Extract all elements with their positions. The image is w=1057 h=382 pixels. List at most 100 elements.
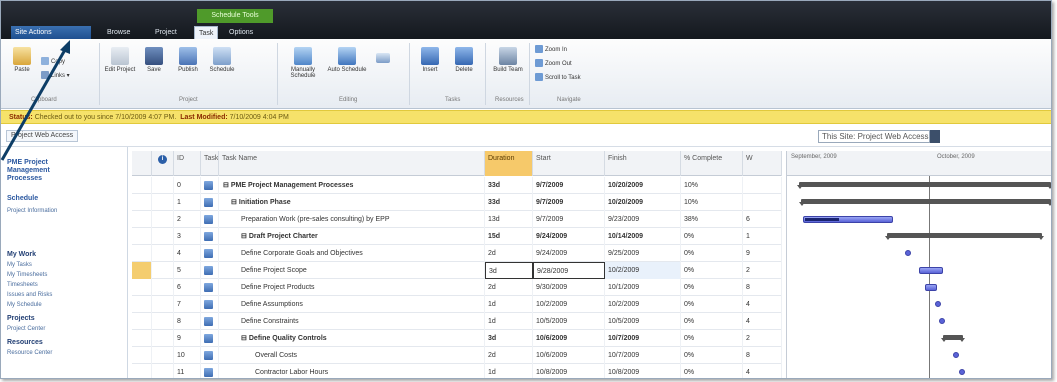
col-info[interactable]: i — [152, 151, 174, 176]
row-selector[interactable] — [132, 347, 152, 364]
task-w[interactable]: 6 — [743, 211, 782, 228]
gantt-summary-bar[interactable] — [885, 233, 1044, 240]
row-selector[interactable] — [132, 313, 152, 330]
task-name[interactable]: ⊟ PME Project Management Processes — [219, 177, 485, 194]
task-id[interactable]: 10 — [174, 347, 201, 364]
task-id[interactable]: 1 — [174, 194, 201, 211]
nav-resources[interactable]: Resources — [7, 339, 43, 347]
task-finish[interactable]: 10/2/2009 — [605, 296, 681, 313]
task-id[interactable]: 11 — [174, 364, 201, 378]
task-finish[interactable]: 10/14/2009 — [605, 228, 681, 245]
task-percent-complete[interactable]: 0% — [681, 296, 743, 313]
task-name[interactable]: ⊟ Draft Project Charter — [219, 228, 485, 245]
task-name[interactable]: Define Project Products — [219, 279, 485, 296]
task-mode[interactable] — [201, 364, 219, 378]
col-start[interactable]: Start — [533, 151, 605, 176]
task-duration[interactable]: 2d — [485, 279, 533, 296]
save-button[interactable]: Save — [137, 47, 171, 73]
task-w[interactable]: 1 — [743, 228, 782, 245]
task-mode[interactable] — [201, 177, 219, 194]
row-info[interactable] — [152, 211, 174, 228]
table-row[interactable]: 4 Define Corporate Goals and Objectives 2d… — [132, 245, 782, 262]
task-w[interactable]: 8 — [743, 347, 782, 364]
col-task-mode[interactable]: Task — [201, 151, 219, 176]
nav-projects[interactable]: Projects — [7, 315, 35, 323]
link-tasks-button[interactable] — [371, 53, 395, 65]
task-mode[interactable] — [201, 228, 219, 245]
task-start[interactable]: 9/24/2009 — [533, 245, 605, 262]
task-start[interactable]: 10/8/2009 — [533, 364, 605, 378]
task-duration[interactable]: 1d — [485, 364, 533, 378]
row-selector[interactable] — [132, 211, 152, 228]
task-name[interactable]: Define Constraints — [219, 313, 485, 330]
task-mode[interactable] — [201, 194, 219, 211]
task-id[interactable]: 4 — [174, 245, 201, 262]
task-name[interactable]: Overall Costs — [219, 347, 485, 364]
collapse-icon[interactable]: ⊟ — [223, 182, 229, 189]
gantt-summary-bar[interactable] — [941, 335, 965, 342]
gantt-task-bar[interactable] — [925, 284, 937, 291]
task-id[interactable]: 7 — [174, 296, 201, 313]
row-info[interactable] — [152, 177, 174, 194]
row-selector[interactable] — [132, 177, 152, 194]
task-duration[interactable]: 3d — [485, 262, 533, 279]
task-id[interactable]: 3 — [174, 228, 201, 245]
gantt-task-marker[interactable] — [959, 369, 965, 375]
task-mode[interactable] — [201, 347, 219, 364]
row-selector[interactable] — [132, 245, 152, 262]
row-info[interactable] — [152, 330, 174, 347]
nav-timesheets[interactable]: Timesheets — [7, 281, 38, 289]
zoom-in-button[interactable]: Zoom In — [535, 45, 567, 55]
nav-my-schedule[interactable]: My Schedule — [7, 301, 42, 309]
tab-project[interactable]: Project — [151, 26, 181, 39]
task-percent-complete[interactable]: 0% — [681, 279, 743, 296]
row-selector[interactable] — [132, 330, 152, 347]
task-w[interactable]: 2 — [743, 262, 782, 279]
nav-my-timesheets[interactable]: My Timesheets — [7, 271, 47, 279]
task-mode[interactable] — [201, 279, 219, 296]
task-w[interactable]: 4 — [743, 296, 782, 313]
task-percent-complete[interactable]: 0% — [681, 228, 743, 245]
task-id[interactable]: 8 — [174, 313, 201, 330]
task-start[interactable]: 9/7/2009 — [533, 194, 605, 211]
task-percent-complete[interactable]: 10% — [681, 194, 743, 211]
table-row[interactable]: 6 Define Project Products 2d 9/30/2009 10/1/… — [132, 279, 782, 296]
search-input[interactable]: This Site: Project Web Access — [818, 130, 930, 143]
task-w[interactable]: 8 — [743, 279, 782, 296]
col-id[interactable]: ID — [174, 151, 201, 176]
row-info[interactable] — [152, 296, 174, 313]
nav-resource-center[interactable]: Resource Center — [7, 349, 52, 357]
task-start[interactable]: 9/28/2009 — [533, 262, 605, 279]
tab-browse[interactable]: Browse — [103, 26, 134, 39]
row-info[interactable] — [152, 364, 174, 378]
paste-button[interactable]: Paste — [5, 47, 39, 73]
build-team-button[interactable]: Build Team — [491, 47, 525, 73]
task-finish[interactable]: 10/8/2009 — [605, 364, 681, 378]
task-finish[interactable]: 10/20/2009 — [605, 177, 681, 194]
row-info[interactable] — [152, 262, 174, 279]
task-percent-complete[interactable]: 38% — [681, 211, 743, 228]
task-percent-complete[interactable]: 0% — [681, 262, 743, 279]
table-row[interactable]: 9 ⊟ Define Quality Controls 3d 10/6/2009 10/7… — [132, 330, 782, 347]
task-mode[interactable] — [201, 313, 219, 330]
row-info[interactable] — [152, 313, 174, 330]
schedule-button[interactable]: Schedule — [205, 47, 239, 73]
table-row[interactable]: 5 Define Project Scope 3d 9/28/2009 10/2/200… — [132, 262, 782, 279]
task-start[interactable]: 10/6/2009 — [533, 330, 605, 347]
task-start[interactable]: 9/24/2009 — [533, 228, 605, 245]
auto-schedule-button[interactable]: Auto Schedule — [327, 47, 367, 73]
task-finish[interactable]: 9/23/2009 — [605, 211, 681, 228]
task-w[interactable] — [743, 194, 782, 211]
row-info[interactable] — [152, 194, 174, 211]
task-id[interactable]: 6 — [174, 279, 201, 296]
task-name[interactable]: ⊟ Define Quality Controls — [219, 330, 485, 347]
gantt-task-marker[interactable] — [939, 318, 945, 324]
collapse-icon[interactable]: ⊟ — [231, 199, 237, 206]
table-row[interactable]: 2 Preparation Work (pre-sales consulting)… — [132, 211, 782, 228]
row-info[interactable] — [152, 279, 174, 296]
gantt-task-marker[interactable] — [935, 301, 941, 307]
zoom-out-button[interactable]: Zoom Out — [535, 59, 572, 69]
task-duration[interactable]: 33d — [485, 194, 533, 211]
row-selector[interactable] — [132, 279, 152, 296]
search-button[interactable] — [930, 130, 940, 143]
